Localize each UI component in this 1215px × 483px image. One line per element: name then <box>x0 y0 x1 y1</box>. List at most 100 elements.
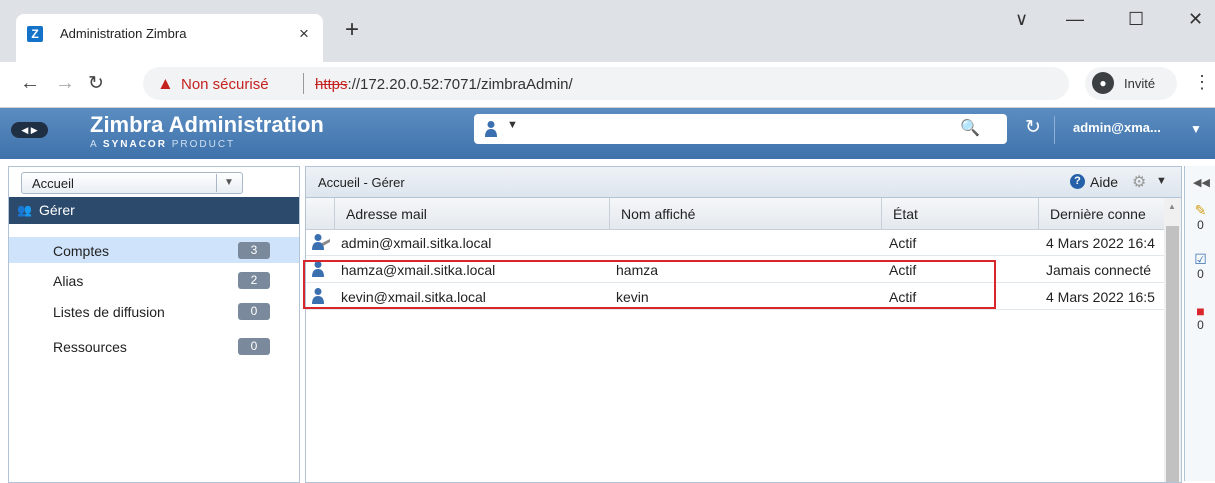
profile-label: Invité <box>1124 76 1156 91</box>
browser-toolbar: ← → ↻ ▲ Non sécurisé https://172.20.0.52… <box>0 62 1215 108</box>
subtitle-suffix: PRODUCT <box>171 139 236 150</box>
url-text[interactable]: https://172.20.0.52:7071/zimbraAdmin/ <box>315 76 573 93</box>
tab-search-icon[interactable]: ∨ <box>1015 9 1028 30</box>
count-badge: 0 <box>238 303 270 320</box>
search-bar: ▼ 🔍 <box>474 114 1007 144</box>
help-button[interactable]: Aide <box>1090 174 1118 190</box>
app-subtitle: A SYNACOR PRODUCT <box>90 139 235 150</box>
rail-count: 0 <box>1197 267 1204 281</box>
note-icon: ✎ <box>1194 202 1207 218</box>
menu-kebab-icon[interactable]: ⋮ <box>1193 72 1211 93</box>
back-arrow-icon[interactable]: ← <box>20 72 40 95</box>
cell-status: Actif <box>889 262 917 278</box>
navigation-panel: Accueil ▼ 👥 Gérer Comptes 3 Alias 2 List… <box>8 166 300 483</box>
cell-status: Actif <box>889 289 917 305</box>
cell-name: hamza <box>616 262 659 278</box>
column-header-type[interactable] <box>306 198 335 229</box>
sidebar-item-listes-de-diffusion[interactable]: Listes de diffusion 0 <box>9 298 299 324</box>
user-menu-caret-icon[interactable]: ▼ <box>1190 122 1202 136</box>
column-header-name[interactable]: Nom affiché <box>609 198 882 229</box>
cell-last-login: 4 Mars 2022 16:4 <box>1046 235 1155 251</box>
app-header: ◀ ▶ Zimbra Administration A SYNACOR PROD… <box>0 108 1215 159</box>
section-header-manage[interactable]: 👥 Gérer <box>9 197 299 224</box>
sidebar-item-comptes[interactable]: Comptes 3 <box>9 237 299 263</box>
help-icon[interactable]: ? <box>1070 174 1085 189</box>
user-icon <box>311 287 325 308</box>
url-scheme: https <box>315 76 348 93</box>
scroll-thumb[interactable] <box>1166 226 1179 482</box>
search-type-user-icon[interactable] <box>484 120 498 141</box>
table-row[interactable]: kevin@xmail.sitka.local kevin Actif 4 Ma… <box>306 284 1166 310</box>
user-menu[interactable]: admin@xma... <box>1073 120 1161 135</box>
profile-button[interactable]: ● Invité <box>1085 67 1177 100</box>
reload-icon[interactable]: ↻ <box>88 72 104 95</box>
accounts-panel: Accueil - Gérer ? Aide ⚙ ▼ Adresse mail … <box>303 166 1182 483</box>
search-input[interactable] <box>522 118 946 142</box>
sidebar-item-label: Listes de diffusion <box>53 304 165 320</box>
subtitle-prefix: A <box>90 139 99 150</box>
collapse-rail-icon[interactable]: ◀◀ <box>1193 176 1210 189</box>
close-window-button[interactable]: ✕ <box>1188 9 1203 30</box>
rail-item-tasks[interactable]: ☑ 0 <box>1185 251 1215 280</box>
manage-icon: 👥 <box>17 203 32 217</box>
cell-email: hamza@xmail.sitka.local <box>341 262 496 278</box>
column-header-status[interactable]: État <box>881 198 1039 229</box>
gear-icon[interactable]: ⚙ <box>1132 172 1146 192</box>
cell-status: Actif <box>889 235 917 251</box>
refresh-icon[interactable]: ↻ <box>1025 116 1041 139</box>
forward-arrow-icon[interactable]: → <box>55 72 75 95</box>
security-label[interactable]: Non sécurisé <box>181 76 269 93</box>
column-label: Adresse mail <box>346 206 427 222</box>
subtitle-brand: SYNACOR <box>102 139 167 150</box>
person-icon: ● <box>1092 72 1114 94</box>
task-icon: ☑ <box>1194 251 1207 267</box>
table-row[interactable]: hamza@xmail.sitka.local hamza Actif Jama… <box>306 257 1166 283</box>
minimize-button[interactable]: — <box>1066 9 1084 30</box>
admin-user-icon <box>311 233 331 254</box>
search-type-caret-icon[interactable]: ▼ <box>507 119 518 131</box>
new-tab-button[interactable]: + <box>345 18 359 42</box>
breadcrumb-label: Accueil <box>32 176 74 191</box>
alert-icon: ■ <box>1196 303 1205 319</box>
cell-email: admin@xmail.sitka.local <box>341 235 492 251</box>
section-label: Gérer <box>39 202 75 218</box>
column-header-email[interactable]: Adresse mail <box>334 198 610 229</box>
breadcrumb-dropdown-icon[interactable]: ▼ <box>216 174 241 192</box>
cell-name: kevin <box>616 289 649 305</box>
sidebar-item-label: Alias <box>53 273 84 289</box>
rail-item-alerts[interactable]: ■ 0 <box>1185 303 1215 331</box>
rail-count: 0 <box>1197 318 1204 332</box>
column-label: État <box>893 206 918 222</box>
count-badge: 3 <box>238 242 270 259</box>
vertical-scrollbar[interactable]: ▲ <box>1164 198 1181 482</box>
sidebar-item-ressources[interactable]: Ressources 0 <box>9 333 299 359</box>
breadcrumb[interactable]: Accueil ▼ <box>21 172 243 194</box>
warning-triangle-icon[interactable]: ▲ <box>157 74 174 94</box>
column-label: Nom affiché <box>621 206 696 222</box>
zimbra-favicon-icon: Z <box>27 26 43 42</box>
divider <box>303 73 304 94</box>
address-bar[interactable]: ▲ Non sécurisé https://172.20.0.52:7071/… <box>143 67 1069 100</box>
panel-title: Accueil - Gérer <box>318 175 405 190</box>
rail-count: 0 <box>1197 218 1204 232</box>
gear-caret-icon[interactable]: ▼ <box>1156 175 1167 187</box>
table-row[interactable]: admin@xmail.sitka.local Actif 4 Mars 202… <box>306 230 1166 256</box>
expand-collapse-icon[interactable]: ◀ ▶ <box>11 122 48 138</box>
right-rail: ◀◀ ✎ 0 ☑ 0 ■ 0 <box>1184 166 1215 481</box>
tab-close-icon[interactable]: × <box>299 24 309 44</box>
sidebar-item-label: Comptes <box>53 243 110 259</box>
count-badge: 2 <box>238 272 270 289</box>
maximize-button[interactable]: ☐ <box>1128 9 1144 30</box>
sidebar-item-alias[interactable]: Alias 2 <box>9 267 299 293</box>
url-path: ://172.20.0.52:7071/zimbraAdmin/ <box>347 76 573 93</box>
browser-tabstrip: Z Administration Zimbra × + ∨ — ☐ ✕ <box>0 0 1215 62</box>
panel-header: Accueil - Gérer ? Aide ⚙ ▼ <box>306 167 1181 198</box>
browser-tab[interactable]: Z Administration Zimbra × <box>16 14 323 62</box>
search-icon[interactable]: 🔍 <box>960 118 980 138</box>
user-icon <box>311 260 325 281</box>
rail-item-notes[interactable]: ✎ 0 <box>1185 202 1215 231</box>
scroll-up-icon[interactable]: ▲ <box>1168 202 1176 211</box>
cell-last-login: Jamais connecté <box>1046 262 1152 278</box>
column-header-last-login[interactable]: Dernière conne <box>1038 198 1166 229</box>
table-header: Adresse mail Nom affiché État Dernière c… <box>306 198 1166 230</box>
